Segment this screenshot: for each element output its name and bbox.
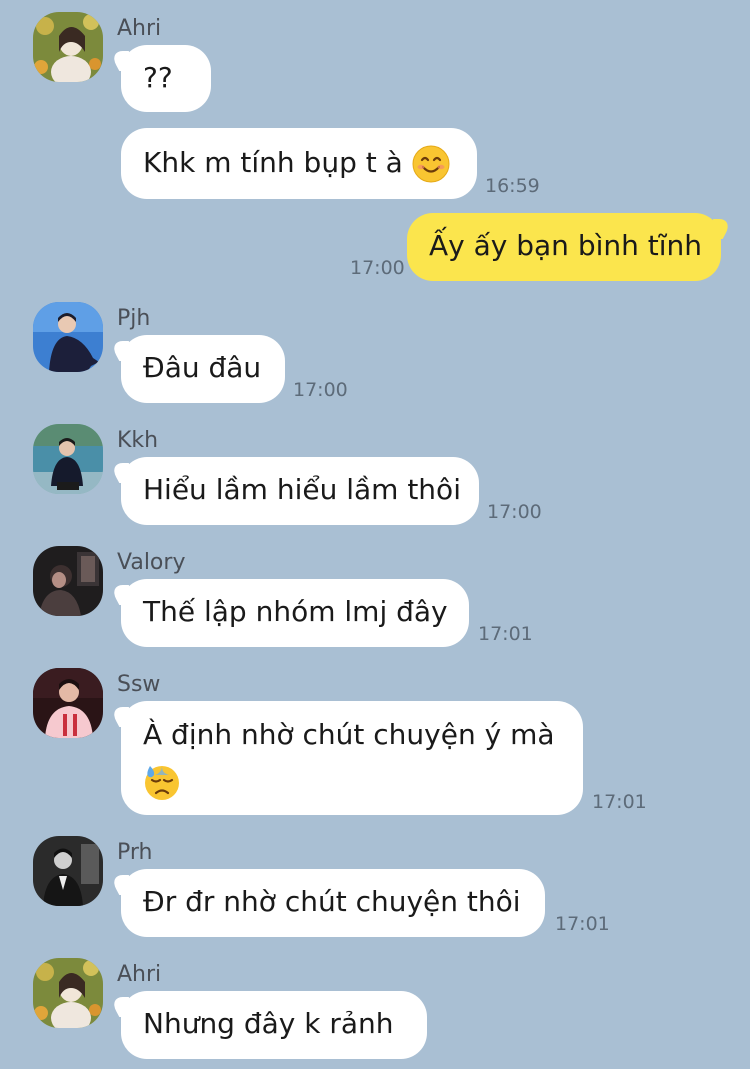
message-bubble[interactable]: Nhưng đây k rảnh (121, 991, 427, 1059)
avatar-ssw[interactable] (33, 668, 103, 738)
avatar-pjh[interactable] (33, 302, 103, 372)
sender-name: Ahri (117, 962, 162, 987)
message-bubble[interactable]: À định nhờ chút chuyện ý mà (121, 701, 583, 815)
message-bubble[interactable]: Thế lập nhóm lmj đây (121, 579, 469, 647)
sender-name: Ssw (117, 672, 161, 697)
message-text: Đr đr nhờ chút chuyện thôi (143, 885, 521, 918)
avatar-valory[interactable] (33, 546, 103, 616)
message-bubble[interactable]: Đâu đâu (121, 335, 285, 403)
message-bubble[interactable]: Khk m tính bụp t à (121, 128, 477, 199)
message-text: À định nhờ chút chuyện ý mà (143, 718, 555, 751)
message-text: ?? (143, 61, 173, 94)
message-text: Nhưng đây k rảnh (143, 1007, 394, 1040)
message-timestamp: 17:00 (350, 257, 405, 279)
message-text: Thế lập nhóm lmj đây (143, 595, 448, 628)
sender-name: Kkh (117, 428, 159, 453)
avatar-ahri[interactable] (33, 12, 103, 82)
message-timestamp: 16:59 (485, 175, 540, 197)
avatar-prh[interactable] (33, 836, 103, 906)
message-bubble[interactable]: Hiểu lầm hiểu lầm thôi (121, 457, 479, 525)
avatar-image (33, 424, 103, 494)
downcast-sweat-face-icon (143, 763, 181, 801)
message-timestamp: 17:01 (478, 623, 533, 645)
message-bubble[interactable]: Đr đr nhờ chút chuyện thôi (121, 869, 545, 937)
sender-name: Ahri (117, 16, 162, 41)
avatar-image (33, 958, 103, 1028)
message-timestamp: 17:00 (293, 379, 348, 401)
avatar-ahri[interactable] (33, 958, 103, 1028)
sender-name: Pjh (117, 306, 151, 331)
message-timestamp: 17:00 (487, 501, 542, 523)
message-text: Ấy ấy bạn bình tĩnh (429, 229, 703, 262)
chat-message-list[interactable]: Ahri ?? Khk m tính bụp t à 16:59 17:00 Ấ… (0, 0, 750, 1069)
message-timestamp: 17:01 (555, 913, 610, 935)
avatar-image (33, 668, 103, 738)
smiling-face-icon (412, 145, 450, 183)
avatar-image (33, 12, 103, 82)
avatar-image (33, 546, 103, 616)
message-text: Đâu đâu (143, 351, 262, 384)
message-bubble[interactable]: ?? (121, 45, 211, 112)
avatar-kkh[interactable] (33, 424, 103, 494)
message-timestamp: 17:01 (592, 791, 647, 813)
avatar-image (33, 302, 103, 372)
sender-name: Valory (117, 550, 186, 575)
message-text: Khk m tính bụp t à (143, 146, 403, 179)
avatar-image (33, 836, 103, 906)
message-text: Hiểu lầm hiểu lầm thôi (143, 473, 461, 506)
sender-name: Prh (117, 840, 153, 865)
my-message-bubble[interactable]: Ấy ấy bạn bình tĩnh (407, 213, 721, 281)
